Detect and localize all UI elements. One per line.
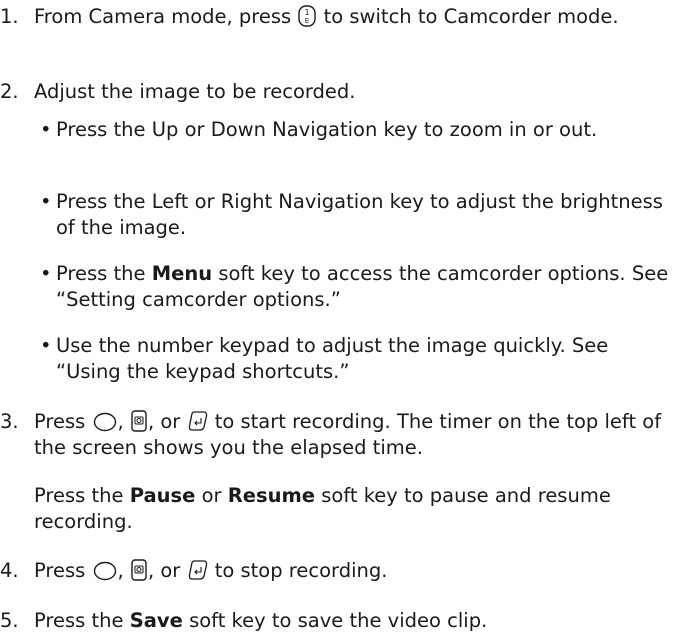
step-number: 5. [0, 609, 19, 632]
step-text: Press , , or to start recording. The tim… [34, 410, 662, 459]
step-text: From Camera mode, press 1E to switch to … [34, 5, 619, 28]
step-text: Press the Save soft key to save the vide… [34, 609, 488, 632]
step-text: Press , , or to stop recording. [34, 559, 388, 582]
step-number: 4. [0, 559, 19, 582]
step-number: 1. [0, 5, 19, 28]
camera-key-icon [131, 410, 147, 432]
step-number: 3. [0, 410, 19, 433]
svg-text:E: E [305, 17, 309, 25]
key-1-icon: 1E [298, 5, 317, 27]
ok-key-icon [93, 412, 117, 432]
camera-key-icon [131, 559, 147, 581]
svg-text:1: 1 [305, 8, 310, 17]
enter-key-icon [188, 559, 208, 581]
ok-key-icon [93, 561, 117, 581]
enter-key-icon [188, 410, 208, 432]
step-number: 2. [0, 80, 19, 103]
step-text: Adjust the image to be recorded. [34, 80, 356, 103]
